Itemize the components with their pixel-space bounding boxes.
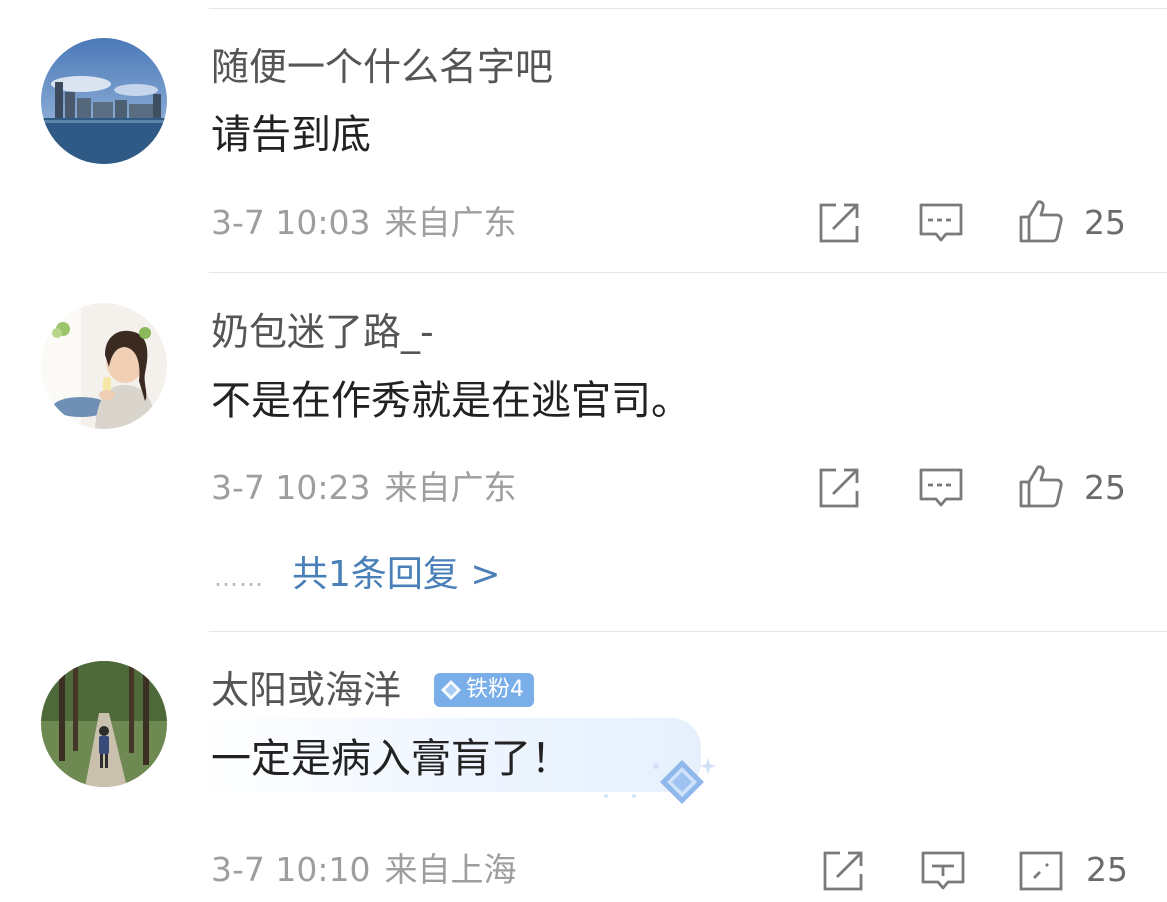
comment-meta: 3-7 10:03 来自广东 <box>211 203 517 243</box>
comment-button[interactable] <box>918 200 964 246</box>
diamond-icon <box>441 680 461 700</box>
comment-time: 3-7 10:03 <box>211 203 371 242</box>
diamond-icon <box>604 758 716 804</box>
avatar[interactable] <box>41 38 167 164</box>
comment-location: 来自上海 <box>384 850 517 889</box>
comment-text: 不是在作秀就是在逃官司。 <box>211 378 691 424</box>
replies-row: …… 共1条回复 > <box>214 553 501 600</box>
comment-text: 一定是病入膏肓了！ <box>211 736 571 782</box>
share-button[interactable] <box>816 465 862 511</box>
comment-icon <box>921 851 965 890</box>
share-icon <box>819 203 859 243</box>
comment-button[interactable] <box>918 465 964 511</box>
city-waterfront-photo <box>41 38 167 164</box>
forest-path-photo <box>41 661 167 787</box>
fan-level-badge[interactable]: 铁粉4 <box>434 673 534 707</box>
avatar[interactable] <box>41 661 167 787</box>
comment-time: 3-7 10:10 <box>211 850 371 889</box>
share-icon <box>819 468 859 508</box>
like-button[interactable] <box>1018 463 1064 509</box>
badge-label: 铁粉4 <box>466 677 524 702</box>
share-icon <box>823 851 863 891</box>
comment-meta: 3-7 10:10 来自上海 <box>211 850 517 890</box>
comment-location: 来自广东 <box>384 468 517 507</box>
woman-portrait-photo <box>41 303 167 429</box>
comment-meta: 3-7 10:23 来自广东 <box>211 468 517 508</box>
like-count: 25 <box>1084 468 1126 507</box>
like-button[interactable] <box>1018 198 1064 244</box>
comment-button[interactable] <box>920 848 966 894</box>
divider-top <box>209 8 1167 9</box>
share-button[interactable] <box>820 848 866 894</box>
comment-text: 请告到底 <box>211 112 371 158</box>
like-count: 25 <box>1086 850 1128 889</box>
like-icon <box>1019 465 1063 508</box>
divider <box>209 631 1167 632</box>
comment-icon <box>919 468 963 507</box>
share-button[interactable] <box>816 200 862 246</box>
comment-time: 3-7 10:23 <box>211 468 371 507</box>
like-icon <box>1019 200 1063 243</box>
username[interactable]: 奶包迷了路_- <box>211 309 434 355</box>
like-button[interactable] <box>1018 848 1064 894</box>
divider <box>209 272 1167 273</box>
comment-icon <box>919 203 963 242</box>
view-replies-link[interactable]: 共1条回复 > <box>292 554 501 595</box>
like-count: 25 <box>1084 203 1126 242</box>
username[interactable]: 随便一个什么名字吧 <box>211 44 553 90</box>
replies-dots: …… <box>214 564 264 592</box>
like-icon <box>1019 851 1063 891</box>
avatar[interactable] <box>41 303 167 429</box>
username[interactable]: 太阳或海洋 <box>211 667 401 713</box>
comment-location: 来自广东 <box>384 203 517 242</box>
